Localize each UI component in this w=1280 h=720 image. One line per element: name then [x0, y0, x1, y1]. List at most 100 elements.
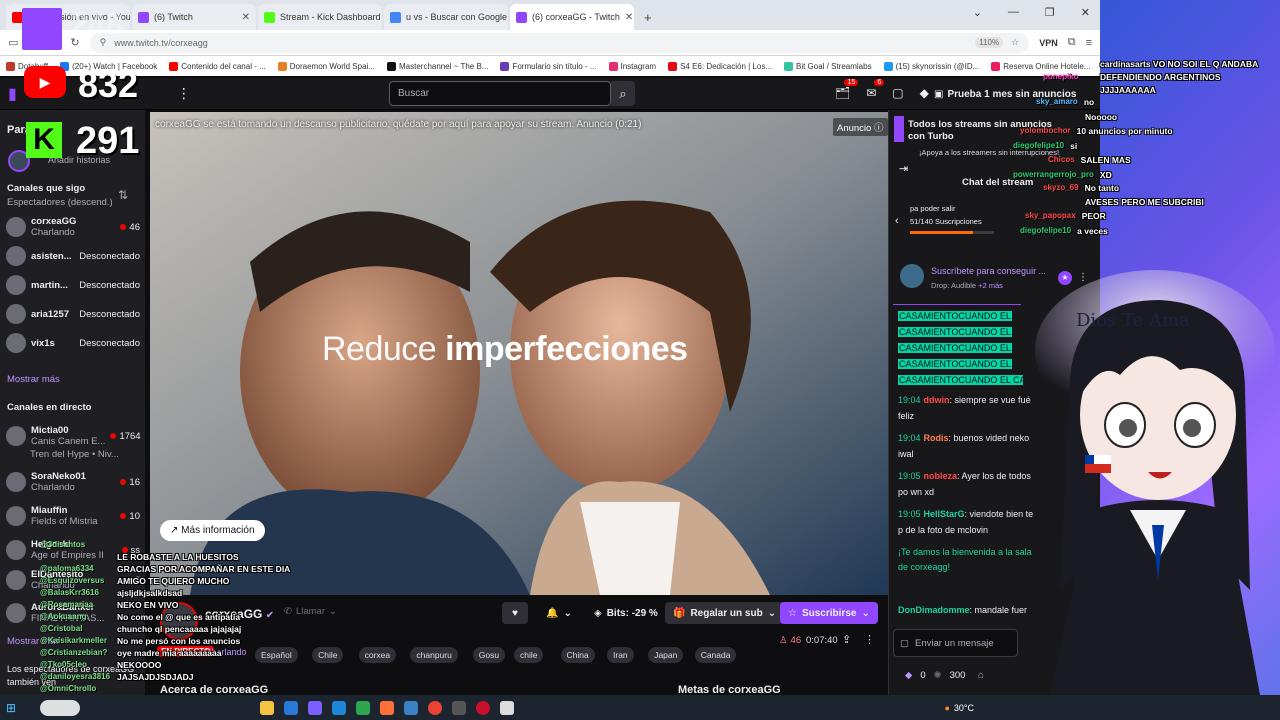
followed-channel[interactable]: asisten... Desconectado: [6, 243, 140, 269]
chat-username[interactable]: HellStarG: [924, 509, 965, 519]
twitch-overlay-logo-icon: [22, 8, 62, 50]
close-window-icon[interactable]: ✕: [1081, 6, 1090, 19]
followed-sort[interactable]: Espectadores (descend.): [7, 197, 113, 208]
bookmark-item[interactable]: Contenido del canal - ...: [169, 61, 266, 71]
bookmark-item[interactable]: Reserva Online Hotele...: [991, 61, 1090, 71]
notifications-bell-button[interactable]: 🔔 ⌄: [538, 602, 580, 624]
more-info-button[interactable]: ↗ Más información: [160, 520, 265, 541]
bits-icon[interactable]: ◆: [920, 86, 929, 100]
bookmark-item[interactable]: Doraemon World Spai...: [277, 61, 375, 71]
windows-start-icon[interactable]: ⊞: [6, 701, 16, 715]
tab-list-icon[interactable]: ⌄: [973, 6, 982, 19]
firefox-icon[interactable]: [380, 700, 395, 715]
more-icon[interactable]: ⋮: [177, 85, 191, 102]
bookmark-item[interactable]: Formulario sin título - ...: [500, 61, 597, 71]
obs-icon[interactable]: [452, 700, 467, 715]
emote-icon[interactable]: ▢: [900, 638, 909, 649]
browser-tab[interactable]: (6) Twitch ✕: [132, 4, 256, 30]
followed-channel[interactable]: corxeaGG Charlando 46: [6, 214, 140, 240]
followed-channel[interactable]: vix1s Desconectado: [6, 330, 140, 356]
browser-tab[interactable]: Stream - Kick Dashboard✕: [258, 4, 382, 30]
tag-pill[interactable]: chile: [514, 647, 544, 663]
file-explorer-icon[interactable]: [260, 700, 275, 715]
bookmark-item[interactable]: S4 E6: Dedicación | Los...: [668, 61, 772, 71]
tag-pill[interactable]: Gosu: [472, 647, 506, 663]
tag-pill[interactable]: China: [560, 647, 595, 663]
inbox-icon[interactable]: 🗂 15: [835, 79, 859, 100]
sort-icon[interactable]: ⇅: [118, 188, 128, 202]
discord-icon[interactable]: [308, 700, 323, 715]
vscode-blue-icon[interactable]: [404, 700, 419, 715]
tag-pill[interactable]: Español: [255, 647, 298, 663]
drop-more[interactable]: +2 más: [978, 281, 1003, 290]
extensions-icon[interactable]: ⧉: [1068, 36, 1076, 49]
browser-tab-active[interactable]: (6) corxeaGG - Twitch ✕: [510, 4, 634, 30]
overlay-message: a veces: [1077, 226, 1108, 236]
channel-status: 1764: [110, 431, 141, 442]
opera-icon[interactable]: [476, 700, 491, 715]
edge-icon[interactable]: [332, 700, 347, 715]
tag-pill[interactable]: Iran: [607, 647, 634, 663]
overlay-chat-line: Nooooo: [1085, 112, 1117, 122]
maximize-icon[interactable]: ❐: [1045, 6, 1055, 19]
bits-button[interactable]: ◈ Bits: -29 %: [586, 602, 666, 624]
close-icon[interactable]: ✕: [625, 12, 633, 23]
tag-pill[interactable]: Chile: [312, 647, 344, 663]
live-channel[interactable]: Tren del Hype • Niv...: [30, 446, 164, 462]
chat-input[interactable]: ▢ Enviar un mensaje: [893, 629, 1018, 657]
browser-tab[interactable]: u vs - Buscar con Google✕: [384, 4, 508, 30]
call-button[interactable]: ✆ Llamar ⌄: [284, 606, 337, 617]
chat-username[interactable]: Rodis: [924, 433, 949, 443]
weather-widget[interactable]: ● 30°C: [944, 703, 974, 713]
taskbar-search-box[interactable]: [40, 699, 81, 716]
whispers-icon[interactable]: ▢: [892, 86, 903, 100]
menu-icon[interactable]: ≡: [1086, 37, 1092, 49]
vpn-badge[interactable]: VPN: [1039, 38, 1058, 48]
chrome-icon[interactable]: [428, 700, 443, 715]
search-input[interactable]: Buscar: [389, 81, 611, 106]
more-options-icon[interactable]: ⋮: [864, 633, 875, 646]
live-channel[interactable]: SoraNeko01 Charlando 16: [6, 469, 140, 495]
close-icon[interactable]: ✕: [242, 12, 250, 23]
twitch-logo-icon[interactable]: ▮: [8, 84, 17, 104]
app-icon[interactable]: [500, 700, 515, 715]
follow-heart-button[interactable]: ♥: [502, 602, 528, 624]
bookmark-star-icon[interactable]: ☆: [1011, 37, 1019, 48]
tag-pill[interactable]: corxea: [358, 647, 397, 663]
info-icon[interactable]: ⓘ: [874, 123, 884, 134]
show-more-followed[interactable]: Mostrar más: [7, 374, 60, 385]
sidebar-toggle-icon[interactable]: ▭: [8, 36, 18, 49]
zoom-level[interactable]: 110%: [975, 37, 1004, 48]
person-icon: ♙: [779, 635, 788, 646]
store-icon[interactable]: [356, 700, 371, 715]
bookmark-item[interactable]: Masterchannel ~ The B...: [387, 61, 488, 71]
notifications-icon[interactable]: ✉ 6: [866, 79, 885, 100]
bookmark-item[interactable]: Instagram: [608, 61, 656, 71]
channel-points[interactable]: ◆ 0 ✺ 300: [905, 670, 965, 681]
new-tab-icon[interactable]: +: [636, 10, 652, 30]
tag-pill[interactable]: Japan: [648, 647, 684, 663]
followed-channel[interactable]: aria1257 Desconectado: [6, 301, 140, 327]
drop-title[interactable]: Suscríbete para conseguir ...: [931, 266, 1046, 276]
chat-username[interactable]: nobleza: [924, 471, 958, 481]
chat-settings-icon[interactable]: ⌂: [978, 670, 984, 681]
collapse-chat-icon[interactable]: ⇥: [899, 162, 908, 175]
minimize-icon[interactable]: —: [1008, 6, 1019, 19]
chevron-left-icon[interactable]: ‹: [895, 215, 899, 227]
share-icon[interactable]: ⇪: [842, 633, 851, 646]
browser-tab-bar: Transmisión en vivo - YouTube✕ (6) Twitc…: [0, 0, 1100, 30]
chat-username[interactable]: ddwin: [924, 395, 950, 405]
url-bar[interactable]: ⚲ www.twitch.tv/corxeagg 110% ☆: [89, 32, 1030, 53]
tag-pill[interactable]: Canada: [694, 647, 737, 663]
avatar: [6, 333, 26, 353]
gift-sub-button[interactable]: 🎁 Regalar un sub ⌄: [665, 602, 785, 624]
last-chat-user[interactable]: DonDimadomme: [898, 605, 970, 615]
bookmark-item[interactable]: Bit Goal / Streamlabs: [783, 61, 872, 71]
live-channel[interactable]: Miauffin Fields of Mistria 10: [6, 503, 140, 529]
vs-code-icon[interactable]: [284, 700, 299, 715]
subscribe-button[interactable]: ☆ Suscribirse ⌄: [780, 602, 878, 624]
followed-channel[interactable]: martin... Desconectado: [6, 272, 140, 298]
search-button[interactable]: ⌕: [611, 81, 635, 106]
bookmark-item[interactable]: (15) skynorissin (@ID...: [883, 61, 979, 71]
tag-pill[interactable]: chanpuru: [410, 647, 458, 663]
